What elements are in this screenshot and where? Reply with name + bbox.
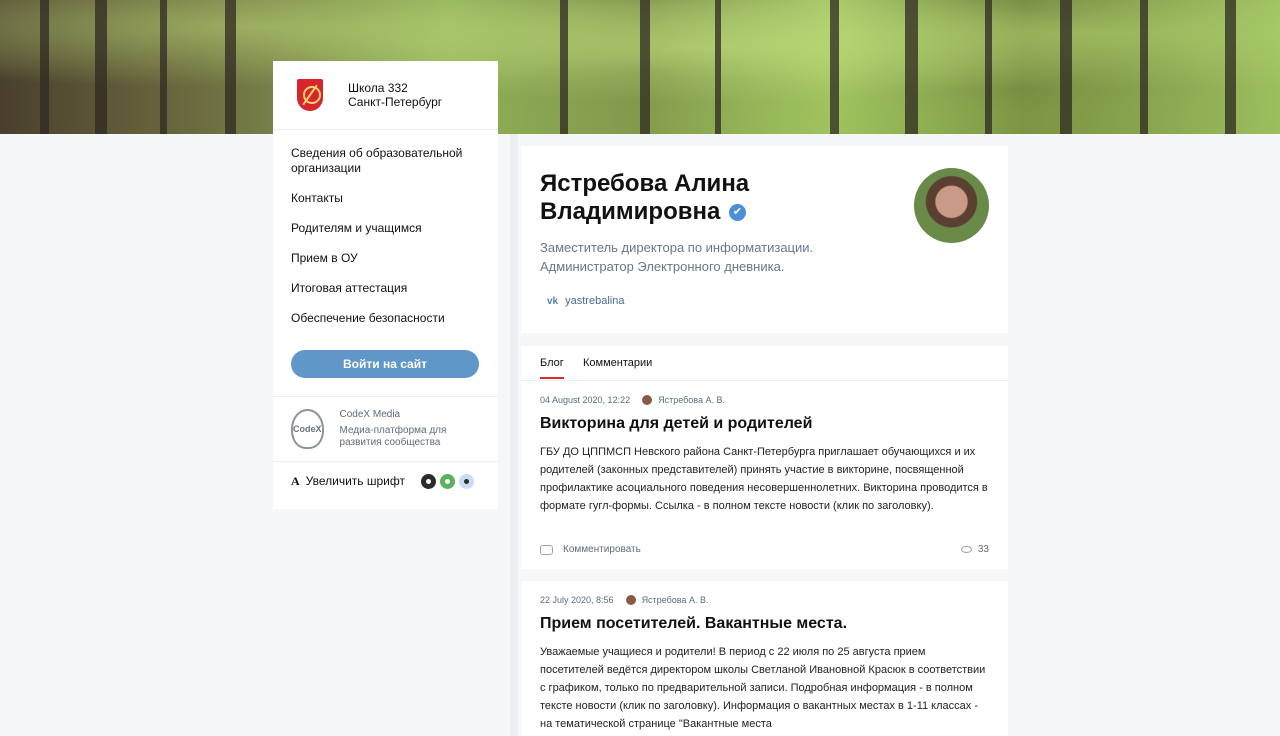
post-date: 04 August 2020, 12:22 [540,395,631,405]
sidebar: Школа 332 Санкт-Петербург Сведения об об… [273,61,498,509]
brand-school: Школа 332 [348,81,408,95]
post-title[interactable]: Прием посетителей. Вакантные места. [540,615,847,633]
views-counter: 33 [960,544,989,555]
nav-item-parents[interactable]: Родителям и учащимся [291,221,480,236]
post-title[interactable]: Викторина для детей и родителей [540,415,812,433]
post-meta: 04 August 2020, 12:22 Ястребова А. В. [540,395,725,405]
theme-switcher [421,473,474,489]
tab-comments[interactable]: Комментарии [583,357,652,369]
header-banner-image [0,0,1280,134]
font-size-icon: A [291,473,300,488]
author-avatar-icon [642,395,653,405]
vk-handle: yastrebalina [565,295,625,307]
theme-blue-button[interactable] [459,473,474,489]
increase-font-button[interactable]: Увеличить шрифт [306,474,405,488]
active-tab-indicator [540,377,564,379]
tabs-bar: Блог Комментарии [521,346,1008,381]
eye-icon [960,546,972,553]
codex-title: CodeX Media [339,409,401,420]
profile-card: Ястребова Алина Владимировна ✔ Заместите… [521,146,1008,333]
comment-icon [540,544,553,555]
comment-button[interactable]: Комментировать [540,544,641,555]
profile-name-line2: Владимировна [540,198,721,225]
brand-text: Школа 332 Санкт-Петербург [348,81,442,109]
post-text: Уважаемые учащиеся и родители! В период … [540,646,986,730]
nav-item-admission[interactable]: Прием в ОУ [291,251,480,266]
views-count: 33 [977,544,989,555]
font-size-row: A Увеличить шрифт [273,462,498,500]
verified-icon: ✔ [729,204,747,222]
content-divider [510,134,518,736]
tab-blog[interactable]: Блог [540,357,564,369]
post-text: ГБУ ДО ЦППМСП Невского района Санкт-Пете… [540,446,988,512]
post-card: 04 August 2020, 12:22 Ястребова А. В. Ви… [521,381,1008,569]
nav-item-org-info[interactable]: Сведения об образовательной организации [291,146,471,176]
codex-promo[interactable]: CodeX CodeX Media Медиа-платформа для ра… [273,396,498,462]
site-brand[interactable]: Школа 332 Санкт-Петербург [273,61,498,130]
theme-dark-button[interactable] [421,473,436,489]
login-button[interactable]: Войти на сайт [291,350,479,378]
post-date: 22 July 2020, 8:56 [540,595,614,605]
post-card: 22 July 2020, 8:56 Ястребова А. В. Прием… [521,581,1008,736]
codex-logo-icon: CodeX [291,409,324,449]
post-author[interactable]: Ястребова А. В. [658,395,725,405]
coat-of-arms-icon [297,79,323,111]
profile-name: Ястребова Алина Владимировна ✔ [540,170,840,226]
comment-label: Комментировать [563,544,641,555]
post-meta: 22 July 2020, 8:56 Ястребова А. В. [540,595,708,605]
theme-green-button[interactable] [440,473,455,489]
profile-name-line1: Ястребова Алина [540,170,750,197]
vk-icon: vk [547,295,559,307]
brand-city: Санкт-Петербург [348,95,443,109]
post-author[interactable]: Ястребова А. В. [642,595,709,605]
profile-description: Заместитель директора по информатизации.… [540,240,814,274]
avatar [914,168,989,243]
nav-item-attestation[interactable]: Итоговая аттестация [291,281,480,296]
nav-item-contacts[interactable]: Контакты [291,191,480,206]
author-avatar-icon [625,595,636,605]
vk-link[interactable]: vk yastrebalina [547,295,624,307]
nav-item-security[interactable]: Обеспечение безопасности [291,311,480,326]
codex-desc: Медиа-платформа для развития сообщества [339,425,447,448]
sidebar-nav: Сведения об образовательной организации … [273,130,498,326]
